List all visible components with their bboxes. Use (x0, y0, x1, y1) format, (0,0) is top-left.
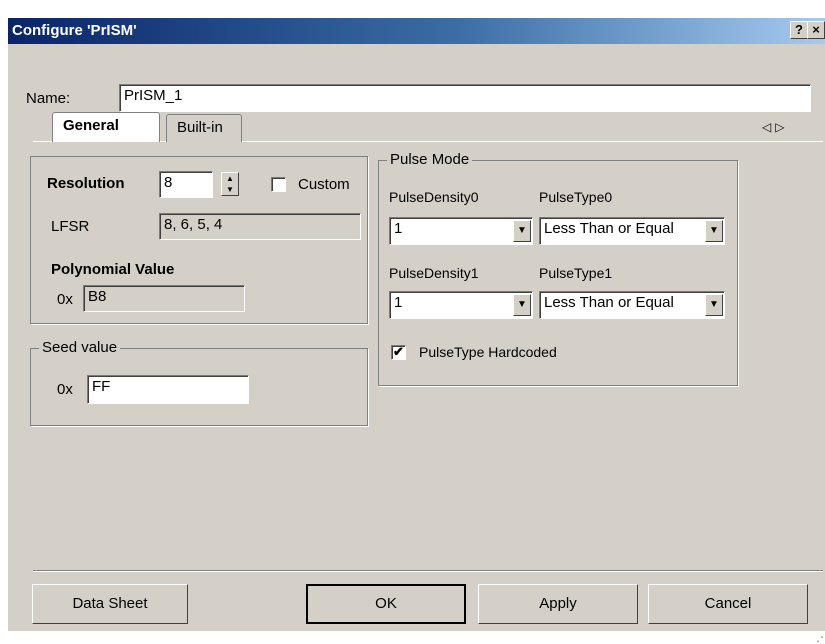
ok-button[interactable]: OK (306, 584, 466, 624)
tab-nav-arrows[interactable]: ◁▷ (762, 120, 788, 134)
seed-legend: Seed value (39, 339, 121, 356)
resolution-input[interactable]: 8 (159, 171, 213, 198)
pulse-mode-legend: Pulse Mode (387, 151, 473, 168)
data-sheet-button[interactable]: Data Sheet (32, 584, 188, 624)
resolution-label: Resolution (47, 175, 125, 192)
polynomial-value: B8 (83, 285, 245, 312)
lfsr-value: 8, 6, 5, 4 (159, 213, 361, 240)
custom-label: Custom (298, 176, 350, 193)
dropdown-arrow-icon[interactable]: ▼ (705, 294, 723, 316)
polynomial-prefix: 0x (57, 291, 73, 308)
pulse-type-hardcoded-checkbox[interactable]: ✔ (391, 345, 406, 360)
spin-up-icon[interactable]: ▲ (222, 173, 238, 184)
pulse-type0-label: PulseType0 (539, 189, 613, 205)
resolution-spinner[interactable]: ▲ ▼ (221, 172, 239, 196)
polynomial-label: Polynomial Value (51, 261, 175, 278)
seed-group: Seed value 0x FF (30, 339, 368, 426)
pulse-density0-label: PulseDensity0 (389, 189, 479, 205)
name-label: Name: (26, 90, 71, 107)
title-bar[interactable]: Configure 'PrISM' ? × (8, 18, 825, 44)
dropdown-arrow-icon[interactable]: ▼ (513, 294, 531, 316)
dropdown-arrow-icon[interactable]: ▼ (513, 220, 531, 242)
tab-general[interactable]: General (52, 112, 160, 142)
pulse-density0-select[interactable]: 1 (389, 217, 533, 245)
cancel-button[interactable]: Cancel (648, 584, 808, 624)
window-title: Configure 'PrISM' (12, 22, 137, 39)
configure-dialog: Configure 'PrISM' ? × Name: PrISM_1 Gene… (8, 18, 825, 644)
button-separator (33, 570, 823, 572)
resize-grip-icon[interactable]: ⋰ (816, 630, 825, 644)
pulse-type1-label: PulseType1 (539, 265, 613, 281)
check-icon: ✔ (393, 344, 404, 359)
pulse-type0-select[interactable]: Less Than or Equal (539, 217, 725, 245)
tab-prev-icon[interactable]: ◁ (762, 120, 775, 134)
tab-next-icon[interactable]: ▷ (775, 120, 788, 134)
pulse-mode-group: Pulse Mode PulseDensity0 PulseType0 1 ▼ … (378, 151, 738, 386)
custom-checkbox[interactable] (271, 177, 286, 192)
resolution-group: Resolution 8 ▲ ▼ Custom LFSR 8, 6, 5, 4 … (30, 156, 368, 324)
help-button[interactable]: ? (790, 21, 808, 39)
name-input[interactable]: PrISM_1 (119, 84, 811, 112)
dropdown-arrow-icon[interactable]: ▼ (705, 220, 723, 242)
pulse-density1-label: PulseDensity1 (389, 265, 479, 281)
pulse-density1-select[interactable]: 1 (389, 291, 533, 319)
pulse-type-hardcoded-label: PulseType Hardcoded (419, 344, 557, 360)
seed-input[interactable]: FF (87, 375, 249, 404)
tab-built-in[interactable]: Built-in (166, 114, 242, 142)
close-button[interactable]: × (807, 21, 825, 39)
seed-prefix: 0x (57, 381, 73, 398)
lfsr-label: LFSR (51, 218, 90, 235)
apply-button[interactable]: Apply (478, 584, 638, 624)
spin-down-icon[interactable]: ▼ (222, 184, 238, 195)
pulse-type1-select[interactable]: Less Than or Equal (539, 291, 725, 319)
